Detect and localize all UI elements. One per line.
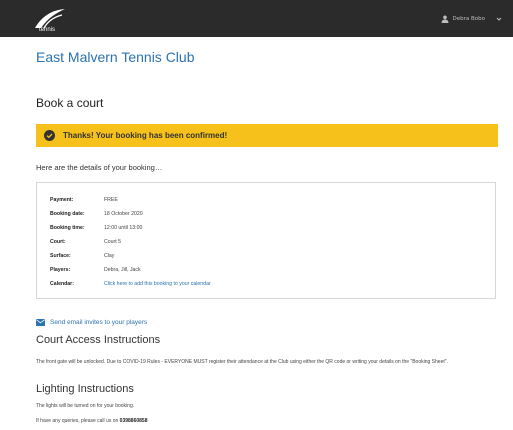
detail-row-court: Court: Court 5: [50, 237, 121, 246]
detail-row-booking-time: Booking time: 12:00 until 13:00: [50, 223, 142, 232]
detail-value: Court 5: [104, 238, 122, 245]
alert-message: Thanks! Your booking has been confirmed!: [63, 131, 228, 140]
club-phone-number[interactable]: 0398860858: [120, 418, 148, 424]
add-to-calendar-link[interactable]: Click here to add this booking to your c…: [104, 281, 211, 287]
detail-value: 12:00 until 13:00: [104, 224, 143, 231]
user-name: Debra Bobo: [452, 16, 485, 22]
detail-value: Clay: [104, 252, 115, 259]
chevron-down-icon[interactable]: [495, 15, 503, 23]
detail-value: FREE: [104, 196, 118, 203]
queries-text: If have any queries, please call us on 0…: [36, 418, 506, 425]
send-email-invites-label: Send email invites to your players: [50, 319, 148, 326]
envelope-icon: [36, 319, 45, 326]
detail-value: 18 October 2020: [104, 210, 143, 217]
page-title: Book a court: [36, 96, 104, 110]
user-menu[interactable]: Debra Bobo: [441, 12, 503, 26]
court-access-text: The front gate will be unlocked. Due to …: [36, 359, 448, 365]
lighting-text: The lights will be turned on for your bo…: [36, 403, 135, 409]
detail-row-players: Players: Debra, Jill, Jack: [50, 265, 141, 274]
detail-row-booking-date: Booking date: 18 October 2020: [50, 209, 143, 218]
booking-confirmed-alert: Thanks! Your booking has been confirmed!: [36, 124, 498, 147]
queries-prefix: If have any queries, please call us on: [36, 418, 119, 424]
detail-label: Players:: [50, 266, 71, 273]
booking-details-panel: Payment: FREE Booking date: 18 October 2…: [36, 182, 496, 299]
send-email-invites-link[interactable]: Send email invites to your players: [36, 319, 147, 326]
detail-label: Booking time:: [50, 224, 85, 231]
svg-text:tennis: tennis: [39, 27, 55, 32]
detail-row-payment: Payment: FREE: [50, 195, 118, 204]
detail-label: Court:: [50, 238, 66, 245]
detail-label: Payment:: [50, 196, 74, 203]
lighting-heading: Lighting Instructions: [36, 383, 134, 395]
detail-value: Debra, Jill, Jack: [104, 266, 141, 273]
detail-row-surface: Surface: Clay: [50, 251, 114, 260]
club-name: East Malvern Tennis Club: [36, 49, 195, 65]
detail-row-calendar: Calendar: Click here to add this booking…: [50, 279, 211, 288]
check-circle-icon: [44, 130, 55, 141]
tennis-logo-icon[interactable]: tennis: [32, 6, 68, 32]
detail-label: Booking date:: [50, 210, 85, 217]
user-icon: [441, 15, 449, 23]
details-intro: Here are the details of your booking…: [36, 163, 163, 172]
court-access-heading: Court Access Instructions: [36, 334, 161, 346]
detail-label: Calendar:: [50, 280, 74, 287]
top-navigation-bar: tennis Debra Bobo: [0, 0, 513, 37]
detail-label: Surface:: [50, 252, 71, 259]
